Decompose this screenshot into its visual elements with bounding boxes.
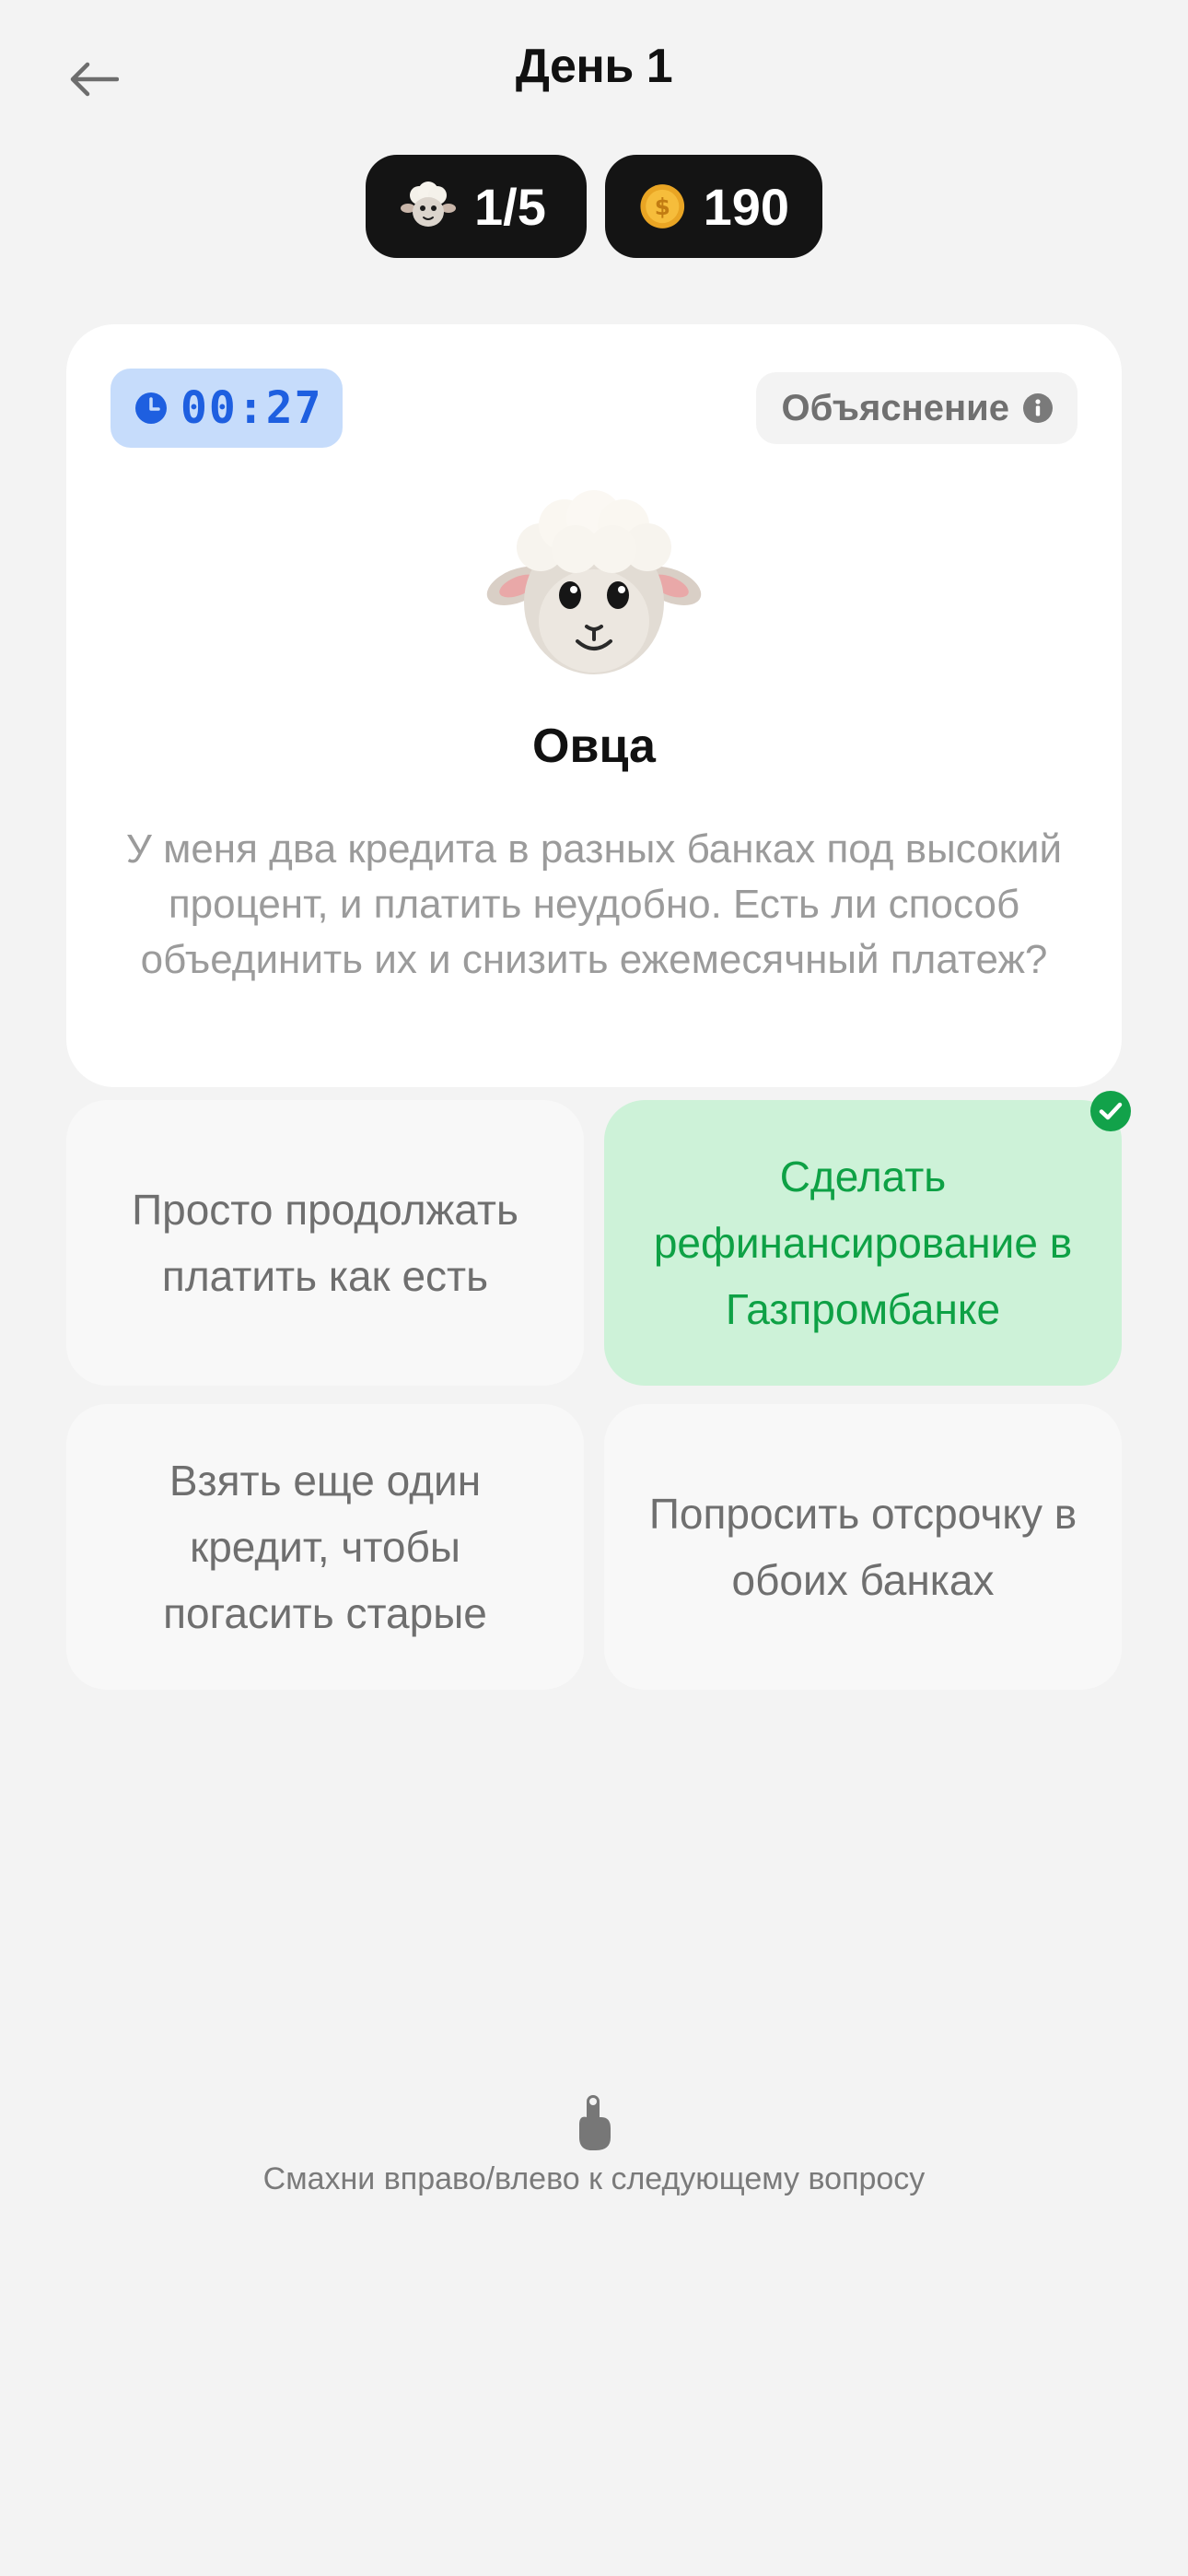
info-icon — [1023, 393, 1053, 423]
answer-label: Попросить отсрочку в обоих банках — [648, 1490, 1077, 1604]
answer-label: Просто продолжать платить как есть — [132, 1186, 518, 1300]
check-circle-icon — [1090, 1091, 1131, 1131]
characters-counter: 1/5 — [366, 155, 587, 258]
svg-text:$: $ — [655, 193, 670, 220]
question-text: У меня два кредита в разных банках под в… — [125, 826, 1063, 982]
question-card: 00:27 Объяснение Овца У меня два кредита… — [66, 324, 1122, 1087]
answer-option-3[interactable]: Взять еще один кредит, чтобы погасить ст… — [66, 1404, 584, 1690]
swipe-hint: Смахни вправо/влево к следующему вопросу — [262, 2161, 926, 2196]
page-title: День 1 — [515, 40, 673, 93]
quiz-screen: День 1 1/5 $ 190 00:27 Объяснение Овца У… — [0, 0, 1188, 2576]
explanation-button[interactable]: Объяснение — [755, 372, 1077, 444]
answer-option-2[interactable]: Сделать рефинансирование в Газпромбанке — [604, 1091, 1131, 1386]
swipe-hand-icon — [579, 2095, 611, 2150]
clock-icon — [135, 392, 167, 424]
timer-value: 00:27 — [181, 382, 323, 434]
answer-option-4[interactable]: Попросить отсрочку в обоих банках — [604, 1404, 1122, 1690]
explanation-label: Объяснение — [781, 387, 1009, 428]
coins-counter: $ 190 — [605, 155, 822, 258]
coins-value: 190 — [703, 177, 789, 236]
stats-bar: 1/5 $ 190 — [0, 155, 1188, 258]
sheep-avatar-icon — [486, 490, 702, 674]
character-name: Овца — [532, 720, 656, 773]
answer-label: Сделать рефинансирование в Газпромбанке — [653, 1153, 1073, 1333]
characters-value: 1/5 — [474, 177, 546, 236]
answer-option-1[interactable]: Просто продолжать платить как есть — [66, 1100, 584, 1386]
answer-label: Взять еще один кредит, чтобы погасить ст… — [163, 1457, 487, 1637]
timer: 00:27 — [111, 369, 343, 448]
coin-icon: $ — [640, 184, 685, 228]
sheep-face-icon — [401, 181, 456, 227]
